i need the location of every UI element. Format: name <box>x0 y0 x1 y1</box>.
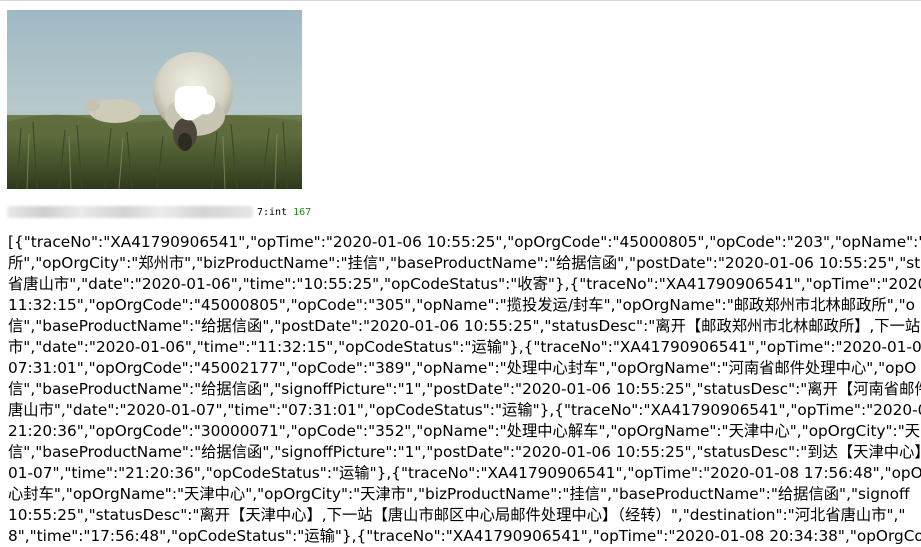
json-line: 省唐山市","date":"2020-01-06","time":"10:55:… <box>8 275 921 293</box>
json-line: 信","baseProductName":"给据信函","postDate":"… <box>8 317 921 335</box>
json-line: 01-07","time":"21:20:36","opCodeStatus":… <box>8 464 921 482</box>
sheep-photo <box>7 10 302 189</box>
json-line: 心封车","opOrgName":"天津中心","opOrgCity":"天津市… <box>8 485 910 503</box>
json-line: 8","time":"17:56:48","opCodeStatus":"运输"… <box>8 527 921 545</box>
result-meta: 7:int 167 <box>7 204 311 220</box>
json-line: 信","baseProductName":"给据信函","signoffPict… <box>8 380 921 398</box>
json-line: 11:32:15","opOrgCode":"45000805","opCode… <box>8 296 915 314</box>
result-type-label: 7:int <box>257 206 288 218</box>
json-line: 10:55:25","statusDesc":"离开【天津中心】,下一站【唐山市… <box>8 506 906 524</box>
json-line: 07:31:01","opOrgCode":"45002177","opCode… <box>8 359 917 377</box>
redacted-text <box>7 206 253 218</box>
json-line: [{"traceNo":"XA41790906541","opTime":"20… <box>8 233 921 251</box>
json-response-text: [{"traceNo":"XA41790906541","opTime":"20… <box>8 232 921 547</box>
json-line: 信","baseProductName":"给据信函","signoffPict… <box>8 443 921 461</box>
sheep-image <box>7 10 302 189</box>
json-line: 唐山市","date":"2020-01-07","time":"07:31:0… <box>8 401 921 419</box>
result-count: 167 <box>293 206 312 218</box>
json-line: 所","opOrgCity":"郑州市","bizProductName":"挂… <box>8 254 921 272</box>
json-line: 21:20:36","opOrgCode":"30000071","opCode… <box>8 422 921 440</box>
json-line: 市","date":"2020-01-06","time":"11:32:15"… <box>8 338 921 356</box>
